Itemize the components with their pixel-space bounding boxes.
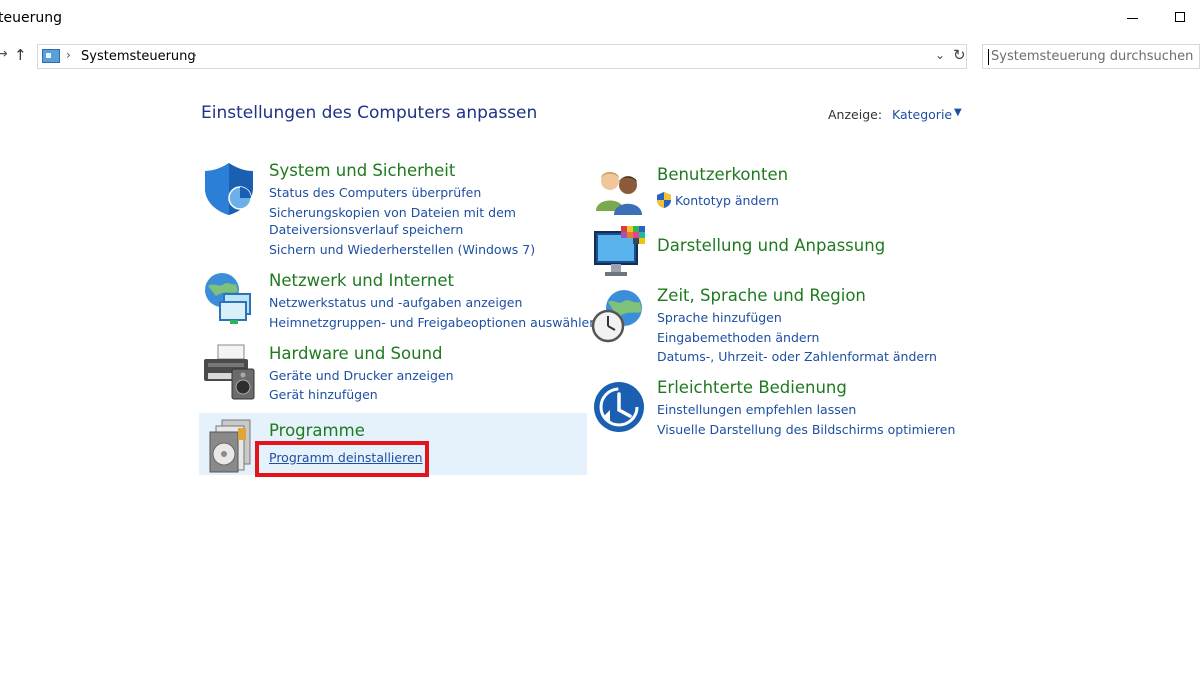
category-title-accounts[interactable]: Benutzerkonten bbox=[657, 165, 788, 184]
control-panel-window: teuerung → ↑ › Systemsteuerung › ⌄ ↻ Sys… bbox=[0, 0, 1200, 675]
category-title-programs[interactable]: Programme bbox=[269, 421, 365, 440]
link-add-device[interactable]: Gerät hinzufügen bbox=[269, 387, 378, 402]
link-backup-restore[interactable]: Sichern und Wiederherstellen (Windows 7) bbox=[269, 242, 535, 257]
maximize-icon[interactable] bbox=[1175, 12, 1185, 22]
printer-speaker-icon[interactable] bbox=[202, 343, 258, 401]
address-bar[interactable]: › Systemsteuerung › ⌄ ↻ bbox=[37, 44, 967, 69]
text-cursor bbox=[988, 49, 989, 65]
link-change-input-methods[interactable]: Eingabemethoden ändern bbox=[657, 330, 819, 345]
breadcrumb-chevron-icon[interactable]: › bbox=[66, 48, 71, 62]
link-change-account-type[interactable]: Kontotyp ändern bbox=[675, 193, 779, 208]
window-title: teuerung bbox=[0, 10, 62, 26]
shield-icon[interactable] bbox=[202, 160, 256, 216]
breadcrumb-item[interactable]: Systemsteuerung bbox=[81, 49, 196, 64]
category-title-accessibility[interactable]: Erleichterte Bedienung bbox=[657, 378, 847, 397]
link-add-language[interactable]: Sprache hinzufügen bbox=[657, 310, 782, 325]
category-title-system[interactable]: System und Sicherheit bbox=[269, 161, 455, 180]
link-homegroup[interactable]: Heimnetzgruppen- und Freigabeoptionen au… bbox=[269, 315, 597, 330]
view-mode-dropdown[interactable]: Kategorie bbox=[892, 107, 952, 122]
globe-network-icon[interactable] bbox=[202, 270, 256, 326]
link-backup-files[interactable]: Sicherungskopien von Dateien mit dem bbox=[269, 205, 516, 220]
programs-disc-icon[interactable] bbox=[208, 418, 254, 474]
view-label: Anzeige: bbox=[828, 107, 883, 122]
up-arrow-icon[interactable]: ↑ bbox=[14, 46, 27, 64]
clock-globe-icon[interactable] bbox=[590, 288, 646, 344]
uac-shield-icon bbox=[657, 192, 671, 208]
category-title-hardware[interactable]: Hardware und Sound bbox=[269, 344, 443, 363]
users-icon[interactable] bbox=[594, 167, 644, 215]
link-network-status[interactable]: Netzwerkstatus und -aufgaben anzeigen bbox=[269, 295, 522, 310]
ease-of-access-icon[interactable] bbox=[592, 380, 646, 434]
chevron-down-icon[interactable]: ⌄ bbox=[935, 48, 945, 62]
breadcrumb-chevron-icon[interactable]: › bbox=[192, 48, 197, 62]
control-panel-icon bbox=[42, 49, 60, 63]
link-status-check[interactable]: Status des Computers überprüfen bbox=[269, 185, 481, 200]
caret-down-icon[interactable]: ▼ bbox=[954, 107, 962, 118]
search-input[interactable]: Systemsteuerung durchsuchen bbox=[982, 44, 1200, 69]
link-date-time-format[interactable]: Datums-, Uhrzeit- oder Zahlenformat ände… bbox=[657, 349, 937, 364]
monitor-palette-icon[interactable] bbox=[593, 224, 647, 280]
forward-arrow-icon[interactable]: → bbox=[0, 46, 8, 62]
link-file-history[interactable]: Dateiversionsverlauf speichern bbox=[269, 222, 463, 237]
annotation-highlight-box bbox=[255, 441, 429, 477]
page-title: Einstellungen des Computers anpassen bbox=[201, 103, 538, 123]
link-devices-printers[interactable]: Geräte und Drucker anzeigen bbox=[269, 368, 454, 383]
category-title-network[interactable]: Netzwerk und Internet bbox=[269, 271, 454, 290]
link-recommend-settings[interactable]: Einstellungen empfehlen lassen bbox=[657, 402, 856, 417]
category-title-region[interactable]: Zeit, Sprache und Region bbox=[657, 286, 866, 305]
refresh-icon[interactable]: ↻ bbox=[953, 46, 966, 64]
link-optimize-display[interactable]: Visuelle Darstellung des Bildschirms opt… bbox=[657, 422, 955, 437]
search-placeholder: Systemsteuerung durchsuchen bbox=[991, 49, 1194, 64]
category-title-appearance[interactable]: Darstellung und Anpassung bbox=[657, 236, 885, 255]
minimize-icon[interactable] bbox=[1127, 18, 1138, 19]
title-bar: teuerung bbox=[0, 0, 1200, 38]
